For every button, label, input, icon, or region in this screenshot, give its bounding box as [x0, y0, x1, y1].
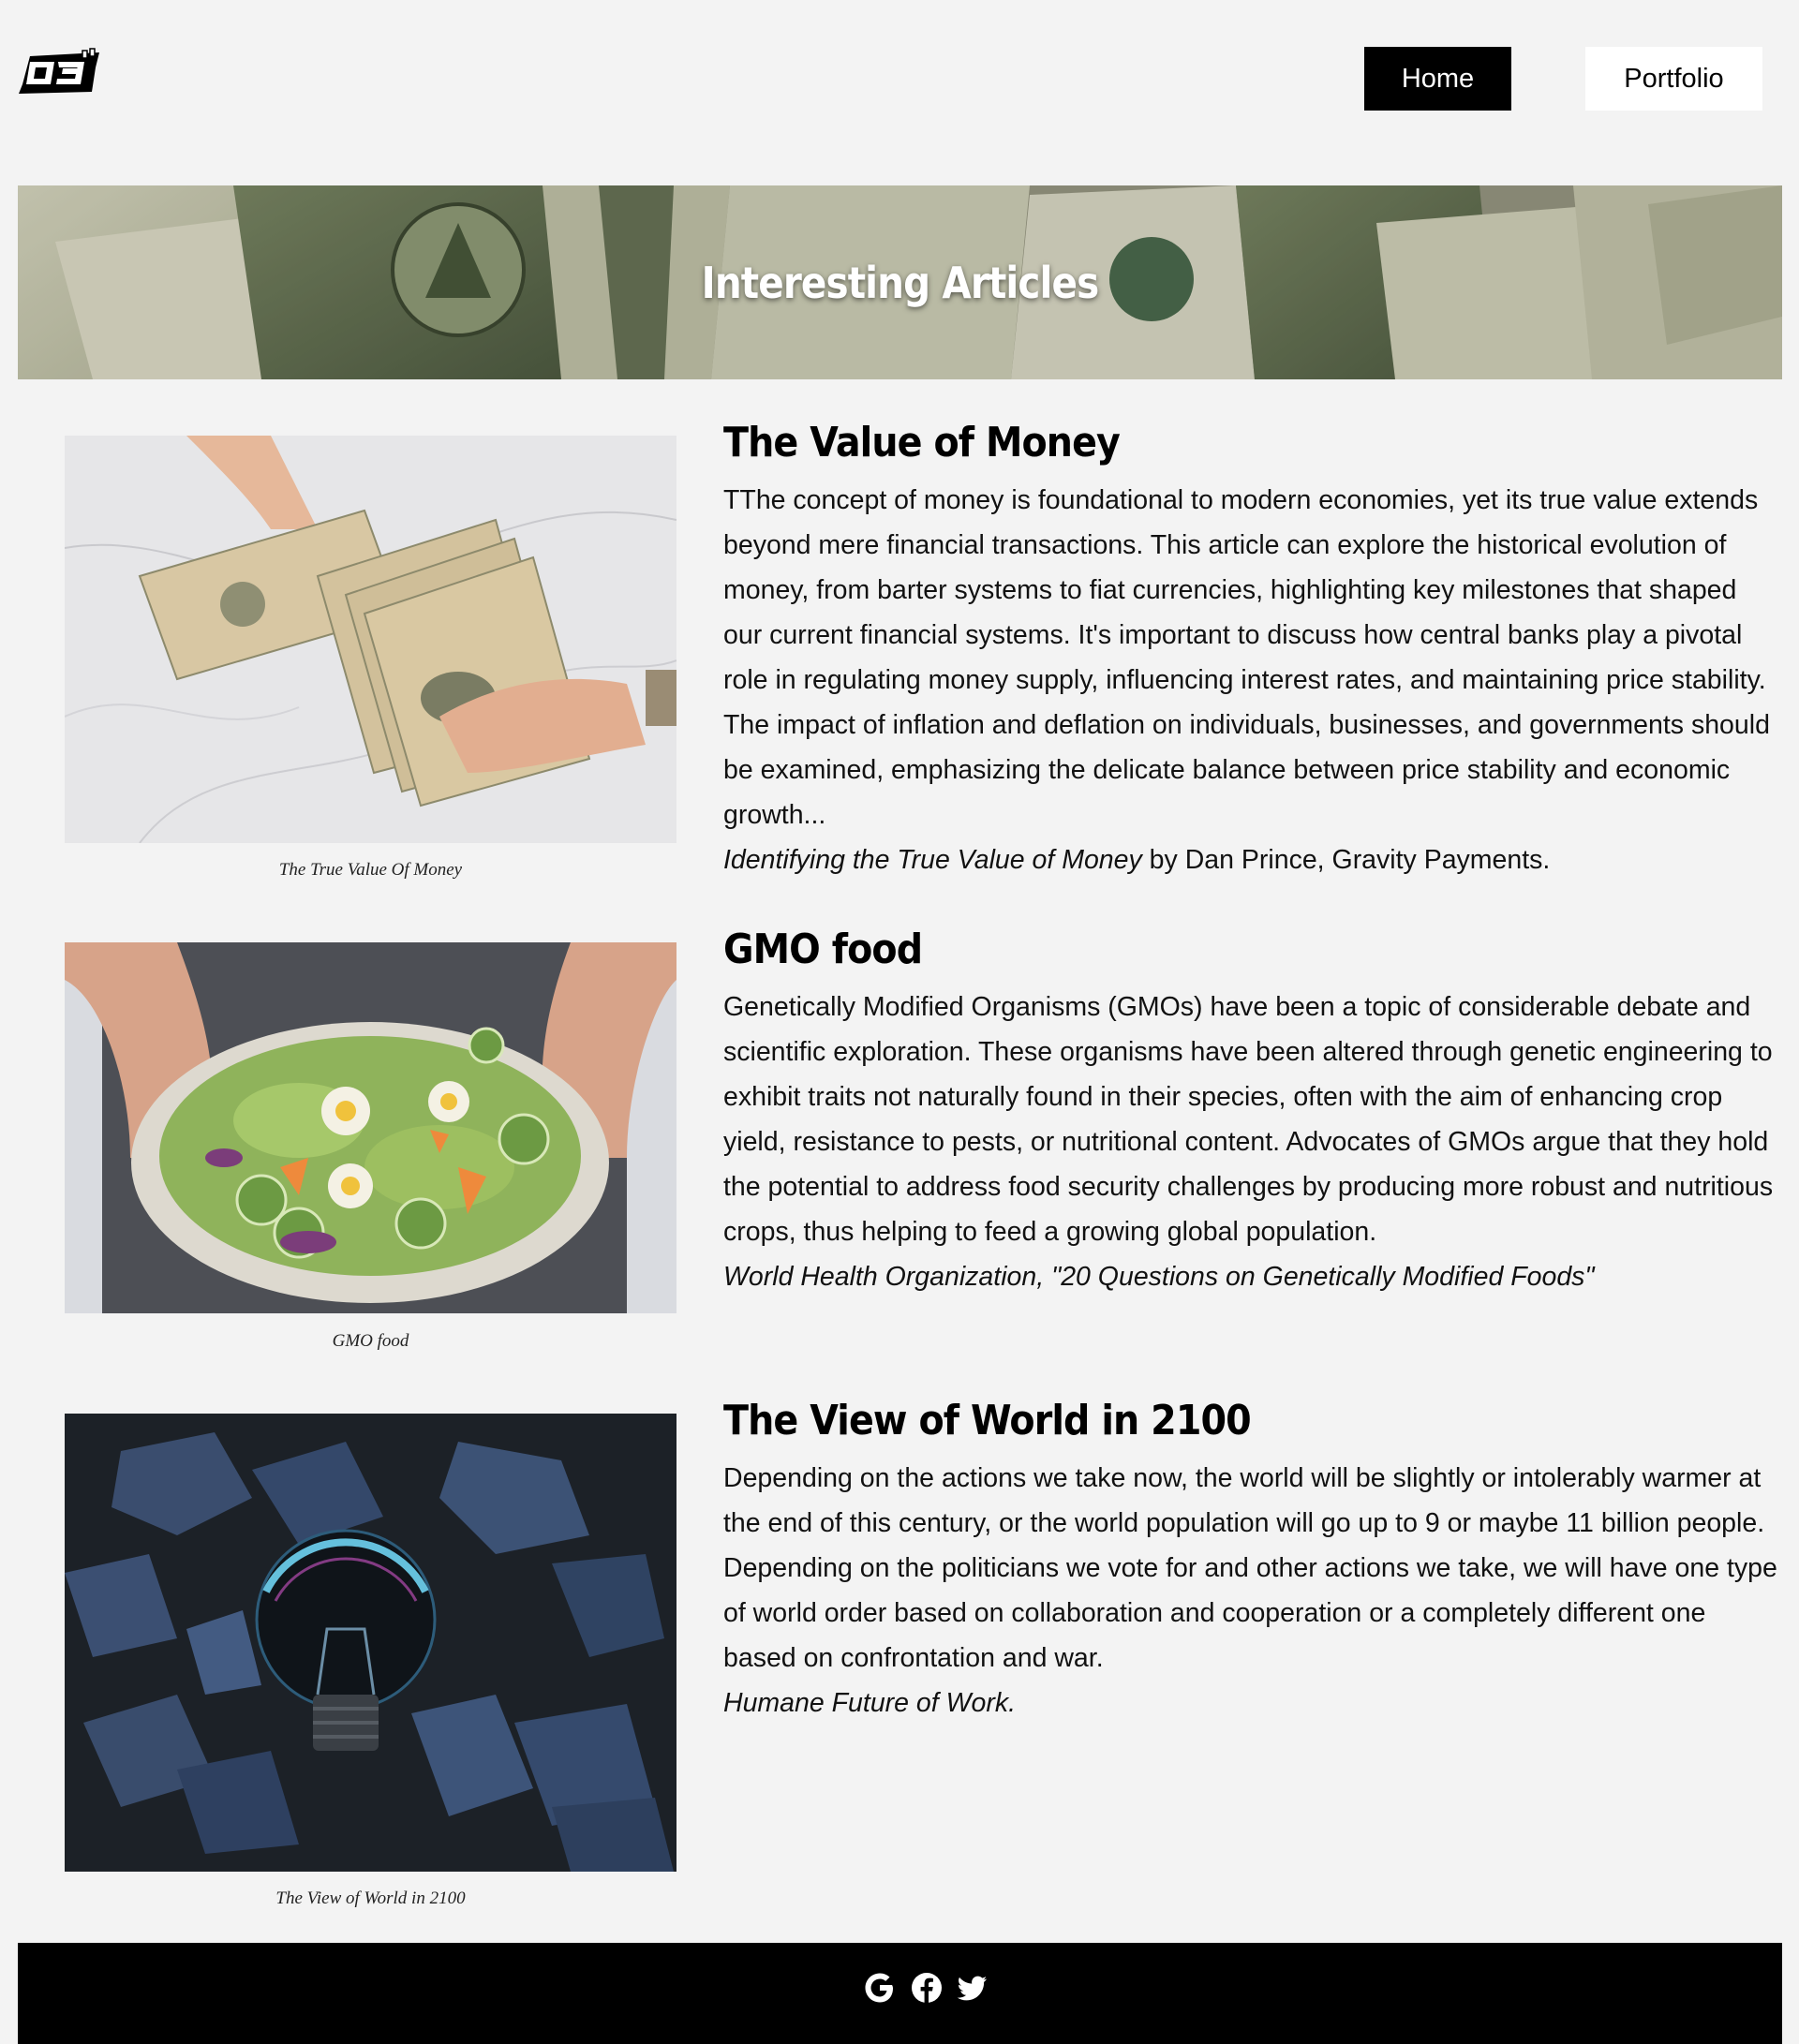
- money-article-body: TThe concept of money is foundational to…: [723, 485, 1770, 830]
- gmo-article-image: [65, 942, 676, 1313]
- money-article-image: [65, 436, 676, 843]
- site-footer: [18, 1943, 1782, 2044]
- twitter-icon[interactable]: [956, 1971, 989, 2005]
- world-article-image: [65, 1414, 676, 1872]
- money-article-source-author: by Dan Prince, Gravity Payments.: [1141, 845, 1551, 875]
- gmo-article-source-title: World Health Organization, "20 Questions…: [723, 1262, 1595, 1292]
- google-icon[interactable]: [863, 1971, 897, 2005]
- site-logo-icon[interactable]: [17, 47, 103, 97]
- money-article-source: Identifying the True Value of Money by D…: [723, 837, 1782, 882]
- gmo-article: GMO food Genetically Modified Organisms …: [723, 926, 1782, 1299]
- facebook-icon[interactable]: [910, 1971, 944, 2005]
- hero-banner: Interesting Articles: [18, 185, 1782, 379]
- money-article-title: The Value of Money: [723, 419, 1121, 467]
- world-article: The View of World in 2100 Depending on t…: [723, 1397, 1782, 1726]
- site-header: Home Portfolio: [0, 0, 1799, 159]
- money-article-source-title: Identifying the True Value of Money: [723, 845, 1142, 875]
- gmo-article-title: GMO food: [723, 926, 923, 973]
- gmo-article-body: Genetically Modified Organisms (GMOs) ha…: [723, 992, 1774, 1247]
- money-article: The Value of Money TThe concept of money…: [723, 419, 1782, 882]
- nav-portfolio-button[interactable]: Portfolio: [1585, 47, 1762, 111]
- world-article-source-title: Humane Future of Work.: [723, 1688, 1017, 1718]
- gmo-article-caption: GMO food: [332, 1331, 409, 1351]
- banner-title: Interesting Articles: [701, 257, 1100, 308]
- gmo-article-source: World Health Organization, "20 Questions…: [723, 1254, 1782, 1299]
- world-article-source: Humane Future of Work.: [723, 1681, 1782, 1726]
- world-article-body: Depending on the actions we take now, th…: [723, 1463, 1777, 1673]
- world-article-caption: The View of World in 2100: [275, 1888, 466, 1908]
- money-article-caption: The True Value Of Money: [278, 860, 463, 880]
- world-article-title: The View of World in 2100: [723, 1397, 1252, 1444]
- nav-home-button[interactable]: Home: [1364, 47, 1511, 111]
